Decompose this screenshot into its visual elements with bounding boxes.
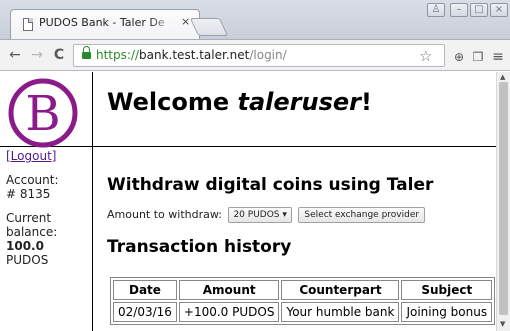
logo-letter: B: [25, 86, 60, 142]
table-header-row: Date Amount Counterpart Subject: [113, 280, 493, 300]
scroll-down-icon[interactable]: ▼: [500, 320, 505, 328]
cell-subject: Joining bonus: [401, 302, 493, 322]
history-heading: Transaction history: [107, 237, 292, 257]
withdraw-form: Amount to withdraw: 20 PUDOS ▾ Select ex…: [107, 207, 492, 225]
welcome-prefix: Welcome: [107, 88, 238, 116]
table-row: 02/03/16 +100.0 PUDOS Your humble bank J…: [113, 302, 493, 322]
tab-close-icon[interactable]: ×: [181, 15, 190, 28]
extension-icon[interactable]: ⊕: [452, 50, 466, 64]
sidebar: [Logout] Account: # 8135 Current balance…: [6, 149, 90, 267]
sidebar-divider: [92, 72, 93, 331]
page-header: B Welcome taleruser!: [0, 72, 496, 148]
vertical-scrollbar[interactable]: ▲ ▼: [496, 72, 510, 331]
minimize-button[interactable]: –: [450, 3, 468, 17]
account-label: Account:: [6, 173, 59, 187]
taler-extension-icon[interactable]: ❐: [471, 50, 485, 64]
bank-logo: B: [8, 78, 78, 148]
url-scheme: https://: [96, 48, 140, 62]
back-arrow-icon[interactable]: ←: [6, 46, 24, 64]
amount-select[interactable]: 20 PUDOS ▾: [228, 207, 292, 223]
cell-counterpart: Your humble bank: [281, 302, 400, 322]
url-text: https://bank.test.taler.net/login/: [96, 48, 287, 62]
balance-label-2: balance:: [6, 225, 58, 239]
column-header-amount: Amount: [178, 280, 280, 300]
account-number: # 8135: [6, 187, 51, 201]
browser-toolbar: ← → C https://bank.test.taler.net/login/…: [0, 39, 510, 71]
withdraw-heading: Withdraw digital coins using Taler: [107, 175, 434, 195]
column-header-counterpart: Counterpart: [281, 280, 400, 300]
balance-label-1: Current: [6, 211, 52, 225]
select-exchange-button[interactable]: Select exchange provider: [298, 207, 426, 223]
page-viewport: B Welcome taleruser! [Logout] Account: #…: [0, 72, 496, 331]
url-path: /login/: [249, 48, 287, 62]
forward-arrow-icon[interactable]: →: [28, 46, 46, 64]
page-title: Welcome taleruser!: [107, 88, 372, 116]
username: taleruser: [237, 88, 361, 116]
browser-titlebar: PUDOS Bank - Taler De × ♙ – □ ×: [0, 0, 510, 39]
account-info: Account: # 8135: [6, 173, 90, 201]
page-icon: [23, 18, 33, 31]
amount-selected-value: 20 PUDOS: [233, 210, 280, 220]
browser-tab[interactable]: PUDOS Bank - Taler De ×: [10, 9, 200, 39]
dropdown-arrow-icon: ▾: [282, 210, 287, 220]
close-window-button[interactable]: ×: [490, 3, 508, 17]
reload-icon[interactable]: C: [50, 46, 68, 64]
tab-title: PUDOS Bank - Taler De: [39, 16, 165, 29]
balance-currency: PUDOS: [6, 253, 49, 267]
cell-date: 02/03/16: [113, 302, 177, 322]
address-bar[interactable]: https://bank.test.taler.net/login/ ☆: [73, 44, 445, 67]
profile-icon[interactable]: ♙: [427, 3, 445, 17]
menu-icon[interactable]: ≡: [491, 50, 505, 64]
balance-info: Current balance: 100.0 PUDOS: [6, 211, 90, 267]
bookmark-star-icon[interactable]: ☆: [419, 47, 432, 65]
maximize-button[interactable]: □: [470, 3, 488, 17]
cell-amount: +100.0 PUDOS: [178, 302, 280, 322]
amount-label: Amount to withdraw:: [107, 208, 222, 221]
transaction-table: Date Amount Counterpart Subject 02/03/16…: [110, 277, 496, 325]
url-host: bank.test.taler.net: [139, 48, 250, 62]
balance-amount: 100.0: [6, 239, 44, 253]
welcome-suffix: !: [360, 88, 372, 116]
column-header-date: Date: [113, 280, 177, 300]
scrollbar-thumb[interactable]: [499, 82, 508, 315]
column-header-subject: Subject: [401, 280, 493, 300]
lock-icon: [82, 46, 91, 60]
scroll-up-icon[interactable]: ▲: [500, 73, 505, 81]
logout-link[interactable]: [Logout]: [6, 149, 90, 163]
main-content: Withdraw digital coins using Taler Amoun…: [107, 175, 492, 257]
